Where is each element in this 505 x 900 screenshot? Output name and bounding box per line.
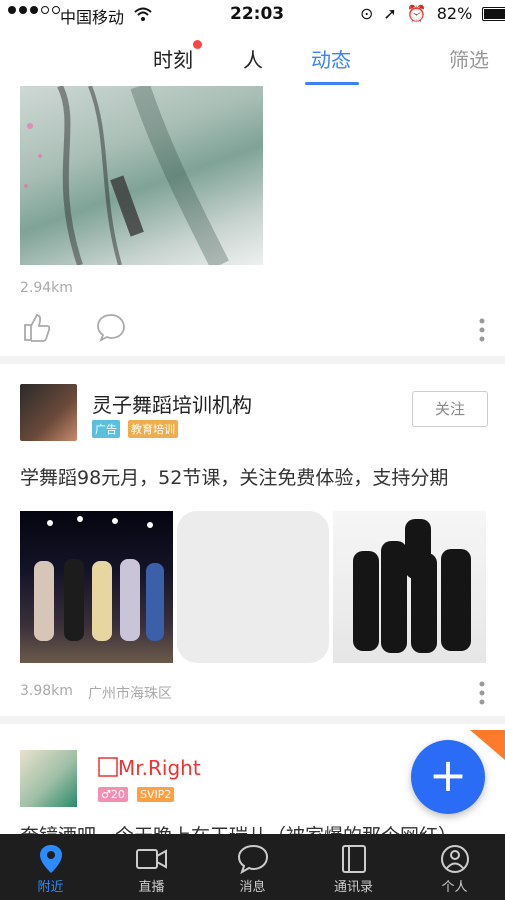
- clock: 22:03: [230, 4, 285, 24]
- address-book-icon: [303, 844, 404, 874]
- create-post-button[interactable]: +: [411, 740, 485, 814]
- wifi-icon: [134, 6, 152, 25]
- video-camera-icon: [101, 844, 202, 874]
- post-distance: 3.98km: [20, 683, 73, 699]
- tab-people[interactable]: 人: [243, 44, 263, 73]
- battery-icon: [482, 6, 505, 21]
- tab-feed[interactable]: 动态: [311, 44, 351, 73]
- like-icon[interactable]: [22, 312, 52, 346]
- status-right: ⊙ ➚ ⏰ 82%: [360, 4, 505, 23]
- user-profile-icon: [404, 844, 505, 874]
- follow-button[interactable]: 关注: [412, 391, 488, 427]
- chat-bubble-icon: [202, 844, 303, 875]
- nav-live[interactable]: 直播: [101, 834, 202, 900]
- status-bar: 中国移动 22:03 ⊙ ➚ ⏰ 82%: [0, 0, 505, 30]
- age-badge: ♂20: [98, 787, 128, 802]
- svip-badge: SVIP2: [137, 787, 175, 802]
- carrier-name: 中国移动: [60, 8, 125, 27]
- filter-button[interactable]: 筛选: [449, 44, 489, 73]
- nav-label: 个人: [441, 880, 468, 895]
- nav-contacts[interactable]: 通讯录: [303, 834, 404, 900]
- ad-tag: 广告: [92, 420, 120, 438]
- notification-dot: [193, 40, 202, 49]
- tab-moments[interactable]: 时刻: [153, 44, 193, 73]
- avatar[interactable]: [20, 384, 77, 441]
- post-location: 广州市海珠区: [88, 686, 172, 702]
- nav-messages[interactable]: 消息: [202, 834, 303, 900]
- active-tab-indicator: [305, 82, 359, 85]
- location-pin-icon: [0, 844, 101, 874]
- nav-nearby[interactable]: 附近: [0, 834, 101, 900]
- post-content: 学舞蹈98元月，52节课，关注免费体验，支持分期: [20, 467, 449, 489]
- avatar[interactable]: [20, 750, 77, 807]
- age-value: 20: [110, 788, 125, 801]
- nav-label: 通讯录: [333, 880, 373, 895]
- post-distance: 2.94km: [20, 280, 73, 296]
- more-options-icon[interactable]: [479, 318, 485, 346]
- post-photo-1[interactable]: [20, 511, 173, 663]
- bottom-nav-bar: 附近 直播 消息 通讯录 个人: [0, 834, 505, 900]
- section-divider: [0, 356, 505, 364]
- alarm-icon: ⏰: [406, 4, 427, 23]
- category-tag: 教育培训: [128, 420, 178, 438]
- battery-percent: 82%: [436, 4, 473, 23]
- post-photo-2[interactable]: [177, 511, 329, 663]
- location-arrow-icon: ➚: [383, 4, 397, 23]
- rotation-lock-icon: ⊙: [360, 4, 374, 23]
- poster-name[interactable]: Mr.Right: [118, 756, 201, 780]
- section-divider: [0, 716, 505, 724]
- nav-label: 消息: [239, 880, 266, 895]
- more-options-icon[interactable]: [479, 681, 485, 709]
- vip-icon: [98, 757, 118, 781]
- nav-profile[interactable]: 个人: [404, 834, 505, 900]
- top-tab-bar: 时刻 人 动态 筛选: [0, 30, 505, 86]
- post-photo-3[interactable]: [333, 511, 486, 663]
- signal-strength-icon: [8, 6, 60, 14]
- comment-icon[interactable]: [96, 312, 126, 346]
- nav-label: 附近: [37, 880, 64, 895]
- poster-name[interactable]: 灵子舞蹈培训机构: [92, 389, 252, 418]
- post-image[interactable]: [20, 86, 263, 265]
- nav-label: 直播: [138, 880, 165, 895]
